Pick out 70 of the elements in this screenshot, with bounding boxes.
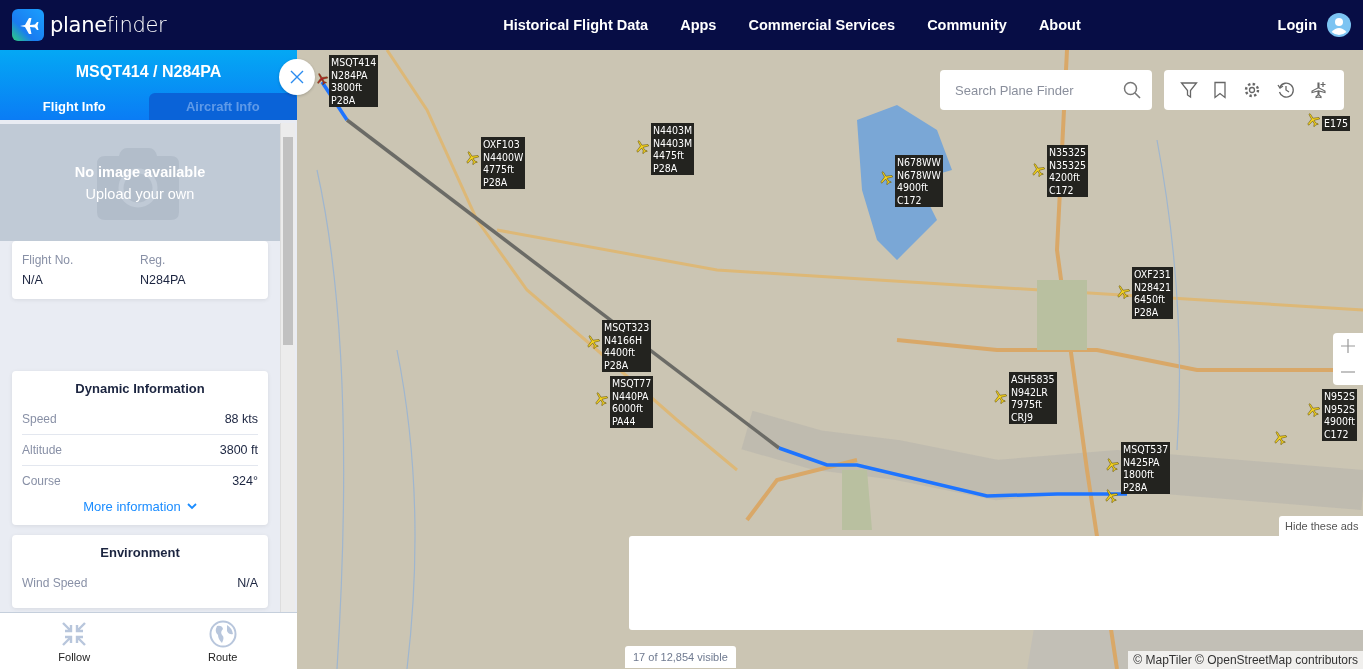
field-value: 3800 ft: [219, 443, 258, 457]
login-link[interactable]: Login: [1277, 17, 1317, 33]
settings-icon[interactable]: [1243, 81, 1261, 99]
aircraft-label[interactable]: MSQT537 N425PA 1800ft P28A: [1121, 442, 1171, 494]
card-title: Environment: [99, 545, 181, 560]
no-image-text: No image available: [74, 163, 206, 180]
aircraft-icon[interactable]: [315, 72, 329, 86]
aircraft-label[interactable]: ASH5835 N942LR 7975ft CRJ9: [1009, 372, 1057, 424]
panel-tab[interactable]: Flight Info: [0, 93, 149, 120]
aircraft-label[interactable]: MSQT414 N284PA 3800ft P28A: [329, 55, 379, 107]
aircraft-icon[interactable]: [878, 170, 894, 186]
logo-icon: [12, 9, 44, 41]
history-icon[interactable]: [1276, 81, 1295, 99]
aircraft-icon[interactable]: [634, 139, 650, 155]
aircraft-icon[interactable]: [1305, 112, 1321, 128]
field-label: Course: [22, 474, 61, 488]
field-label: Flight No.: [22, 253, 75, 267]
field-value: 88 kts: [224, 412, 258, 426]
hide-ads-link[interactable]: Hide these ads: [1279, 516, 1363, 536]
aircraft-icon[interactable]: [1104, 457, 1120, 473]
aircraft-icon[interactable]: [1272, 430, 1288, 446]
route-button[interactable]: Route: [148, 613, 297, 669]
aircraft-label[interactable]: OXF231 N28421 6450ft P28A: [1132, 267, 1174, 319]
flight-title: MSQT414 / N284PA: [74, 63, 223, 82]
search-field[interactable]: Search Plane Finder: [940, 70, 1112, 110]
card-title: Dynamic Information: [74, 381, 206, 396]
nav-link[interactable]: About: [1038, 17, 1081, 33]
compress-arrows-icon: [60, 619, 89, 648]
globe-icon: [208, 619, 237, 648]
aircraft-label[interactable]: N678WW N678WW 4900ft C172: [895, 155, 943, 207]
scrollbar[interactable]: [280, 123, 295, 612]
aircraft-label[interactable]: OXF103 N4400W 4775ft P28A: [481, 137, 526, 189]
field-value: 324°: [232, 474, 258, 488]
field-label: Speed: [22, 412, 57, 426]
chevron-down-icon: [186, 503, 197, 510]
plane-plus-icon[interactable]: [1310, 81, 1329, 99]
close-icon: [289, 69, 305, 85]
field-label: Wind Speed: [22, 576, 88, 590]
aircraft-icon[interactable]: [464, 150, 480, 166]
aircraft-icon[interactable]: [1305, 402, 1321, 418]
field-label: Altitude: [22, 443, 63, 457]
filter-icon[interactable]: [1179, 81, 1198, 99]
aircraft-label[interactable]: N35325 N35325 4200ft C172: [1047, 145, 1089, 197]
field-label: Reg.: [140, 253, 167, 267]
aircraft-label[interactable]: MSQT323 N4166H 4400ft P28A: [602, 320, 652, 372]
nav-link[interactable]: Apps: [680, 17, 717, 33]
aircraft-icon[interactable]: [1115, 284, 1131, 300]
map-attribution: © MapTiler © OpenStreetMap contributors: [1128, 651, 1363, 669]
field-value: N284PA: [140, 273, 187, 287]
follow-button[interactable]: Follow: [0, 613, 149, 669]
aircraft-icon[interactable]: [593, 391, 609, 407]
aircraft-icon[interactable]: [1103, 488, 1119, 504]
field-value: N/A: [22, 273, 44, 287]
aircraft-icon[interactable]: [992, 389, 1008, 405]
brand-name[interactable]: planefinder: [50, 13, 167, 37]
nav-link[interactable]: Community: [927, 17, 1007, 33]
aircraft-icon[interactable]: [585, 334, 601, 350]
avatar-icon[interactable]: [1327, 13, 1351, 37]
aircraft-label[interactable]: N952S N952S 4900ft C172: [1322, 389, 1358, 441]
aircraft-label[interactable]: E175: [1322, 116, 1350, 131]
aircraft-label[interactable]: N4403M N4403M 4475ft P28A: [651, 123, 695, 175]
search-icon[interactable]: [1112, 70, 1152, 110]
field-value: N/A: [237, 576, 258, 590]
visible-count: 17 of 12,854 visible: [625, 646, 736, 668]
bookmark-icon[interactable]: [1213, 81, 1228, 99]
nav-link[interactable]: Historical Flight Data: [503, 17, 649, 33]
more-info-link[interactable]: More information: [77, 498, 203, 515]
nav-link[interactable]: Commercial Services: [748, 17, 896, 33]
aircraft-label[interactable]: MSQT77 N440PA 6000ft PA44: [610, 376, 654, 428]
aircraft-icon[interactable]: [1030, 162, 1046, 178]
